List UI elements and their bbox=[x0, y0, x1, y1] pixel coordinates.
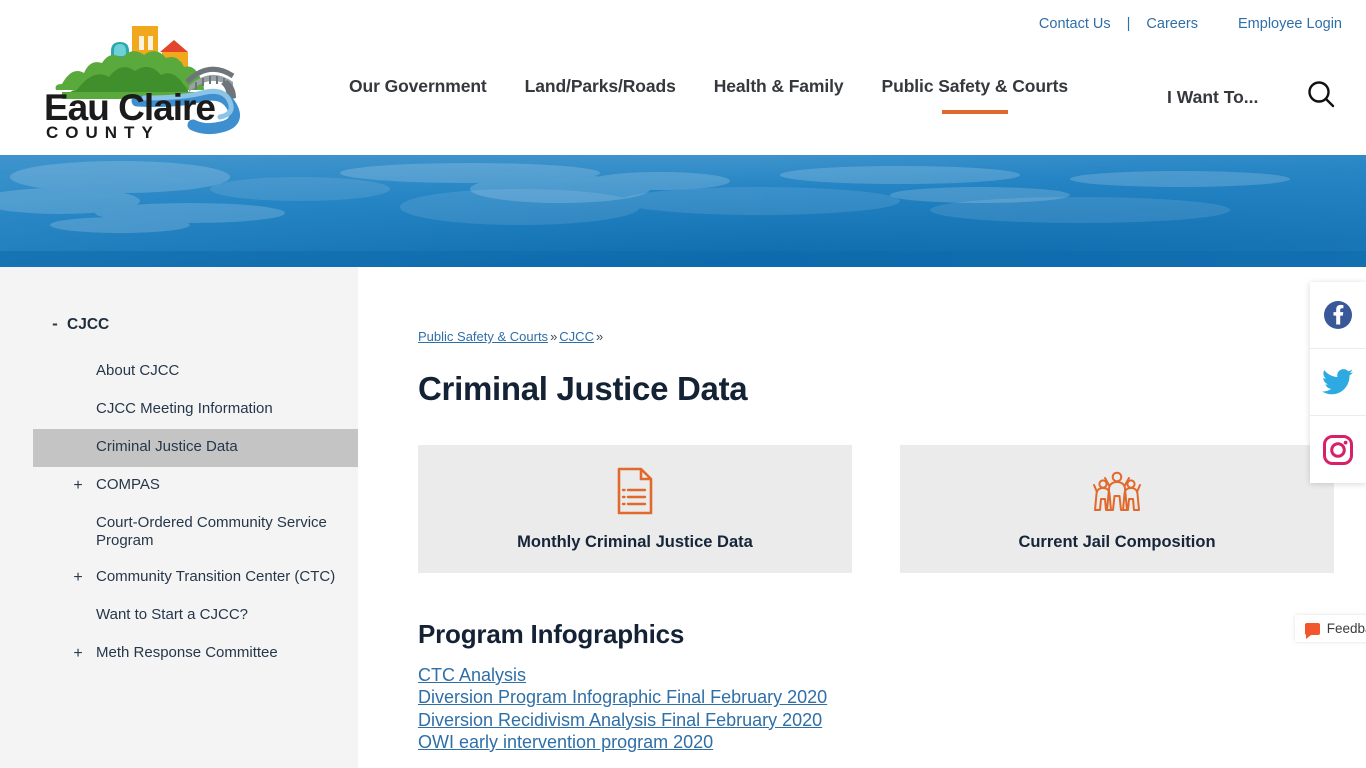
employee-login-link[interactable]: Employee Login bbox=[1210, 16, 1346, 32]
hero-banner bbox=[0, 155, 1366, 267]
nav-item-public-safety-courts[interactable]: Public Safety & Courts bbox=[863, 76, 1087, 97]
speech-bubble-icon bbox=[1304, 622, 1320, 639]
breadcrumb-separator: » bbox=[595, 329, 604, 344]
site-header: Eau Claire COUNTY Contact Us | Careers E… bbox=[0, 0, 1366, 155]
sidebar-item-community-transition-center[interactable]: + Community Transition Center (CTC) bbox=[33, 559, 358, 597]
facebook-icon bbox=[1324, 301, 1352, 329]
collapse-toggle-icon[interactable]: - bbox=[44, 314, 66, 334]
people-raised-arms-icon bbox=[1090, 466, 1144, 516]
svg-text:Eau Claire: Eau Claire bbox=[44, 87, 215, 128]
nav-item-our-government[interactable]: Our Government bbox=[330, 76, 506, 97]
card-title: Monthly Criminal Justice Data bbox=[517, 533, 753, 551]
sidebar-item-label: CJCC bbox=[67, 316, 110, 333]
i-want-to-menu[interactable]: I Want To... bbox=[1167, 87, 1258, 108]
sidebar-item-about-cjcc[interactable]: About CJCC bbox=[33, 353, 358, 391]
feedback-tab[interactable]: Feedback bbox=[1294, 615, 1366, 642]
search-icon bbox=[1308, 81, 1335, 108]
breadcrumb-link-cjcc[interactable]: CJCC bbox=[559, 329, 594, 344]
sidebar-item-meth-response-committee[interactable]: + Meth Response Committee bbox=[33, 635, 358, 673]
sidebar-item-cjcc-meeting-information[interactable]: CJCC Meeting Information bbox=[33, 391, 358, 429]
expand-toggle-icon[interactable]: + bbox=[67, 644, 89, 664]
card-current-jail-composition[interactable]: Current Jail Composition bbox=[900, 445, 1334, 573]
link-owi-early-intervention-program[interactable]: OWI early intervention program 2020 bbox=[418, 731, 1336, 753]
careers-link[interactable]: Careers bbox=[1134, 16, 1210, 32]
link-diversion-program-infographic[interactable]: Diversion Program Infographic Final Febr… bbox=[418, 686, 1336, 708]
sidebar-item-want-to-start-a-cjcc[interactable]: Want to Start a CJCC? bbox=[33, 597, 358, 635]
sidebar-item-compas[interactable]: + COMPAS bbox=[33, 467, 358, 505]
sidebar-item-court-ordered-community-service-program[interactable]: Court-Ordered Community Service Program bbox=[33, 505, 358, 559]
contact-us-link[interactable]: Contact Us bbox=[1027, 16, 1123, 32]
facebook-link[interactable] bbox=[1310, 282, 1366, 349]
sidebar-item-label: About CJCC bbox=[96, 362, 180, 379]
expand-toggle-icon[interactable]: + bbox=[67, 476, 89, 496]
feedback-label: Feedback bbox=[1326, 621, 1366, 636]
breadcrumb-link-public-safety-courts[interactable]: Public Safety & Courts bbox=[418, 329, 548, 344]
utility-nav: Contact Us | Careers Employee Login bbox=[1027, 16, 1346, 32]
sidebar-item-label: CJCC Meeting Information bbox=[96, 400, 273, 417]
card-title: Current Jail Composition bbox=[1018, 533, 1216, 551]
breadcrumb: Public Safety & Courts» CJCC» bbox=[418, 329, 1336, 344]
document-lines-icon bbox=[613, 466, 657, 516]
sidebar-item-label: Court-Ordered Community Service Program bbox=[96, 514, 327, 549]
site-logo[interactable]: Eau Claire COUNTY bbox=[22, 8, 272, 138]
svg-text:COUNTY: COUNTY bbox=[46, 123, 160, 138]
social-media-rail bbox=[1310, 282, 1366, 483]
nav-item-land-parks-roads[interactable]: Land/Parks/Roads bbox=[506, 76, 695, 97]
sky-photo bbox=[0, 155, 1366, 267]
main-nav: Our Government Land/Parks/Roads Health &… bbox=[330, 76, 1087, 97]
eau-claire-county-logo-graphic: Eau Claire COUNTY bbox=[44, 26, 240, 138]
sidebar-item-cjcc[interactable]: - CJCC bbox=[33, 314, 358, 353]
sidebar-item-label: Meth Response Committee bbox=[96, 644, 278, 661]
main-content: Public Safety & Courts» CJCC» Criminal Ju… bbox=[358, 267, 1366, 768]
card-monthly-criminal-justice-data[interactable]: Monthly Criminal Justice Data bbox=[418, 445, 852, 573]
instagram-link[interactable] bbox=[1310, 416, 1366, 483]
twitter-link[interactable] bbox=[1310, 349, 1366, 416]
nav-item-health-family[interactable]: Health & Family bbox=[695, 76, 863, 97]
expand-toggle-icon[interactable]: + bbox=[67, 568, 89, 588]
section-sidebar: - CJCC About CJCC CJCC Meeting Informati… bbox=[0, 267, 358, 768]
breadcrumb-separator: » bbox=[550, 329, 558, 344]
section-title-program-infographics: Program Infographics bbox=[418, 619, 685, 649]
infographic-link-list: CTC Analysis Diversion Program Infograph… bbox=[418, 664, 1336, 753]
sidebar-item-label: Want to Start a CJCC? bbox=[96, 606, 248, 623]
twitter-icon bbox=[1322, 369, 1353, 395]
page-body: - CJCC About CJCC CJCC Meeting Informati… bbox=[0, 267, 1366, 768]
page-title: Criminal Justice Data bbox=[418, 370, 748, 407]
link-ctc-analysis[interactable]: CTC Analysis bbox=[418, 664, 1336, 686]
sidebar-item-label: Community Transition Center (CTC) bbox=[96, 568, 336, 585]
utility-separator: | bbox=[1126, 16, 1131, 32]
quick-link-cards: Monthly Criminal Justice Data Current Ja… bbox=[418, 445, 1336, 573]
sidebar-item-label: COMPAS bbox=[96, 476, 160, 493]
link-diversion-recidivism-analysis[interactable]: Diversion Recidivism Analysis Final Febr… bbox=[418, 709, 1336, 731]
instagram-icon bbox=[1323, 434, 1353, 465]
sidebar-item-label: Criminal Justice Data bbox=[96, 438, 238, 455]
sidebar-item-criminal-justice-data[interactable]: Criminal Justice Data bbox=[33, 429, 358, 467]
search-button[interactable] bbox=[1303, 77, 1339, 113]
